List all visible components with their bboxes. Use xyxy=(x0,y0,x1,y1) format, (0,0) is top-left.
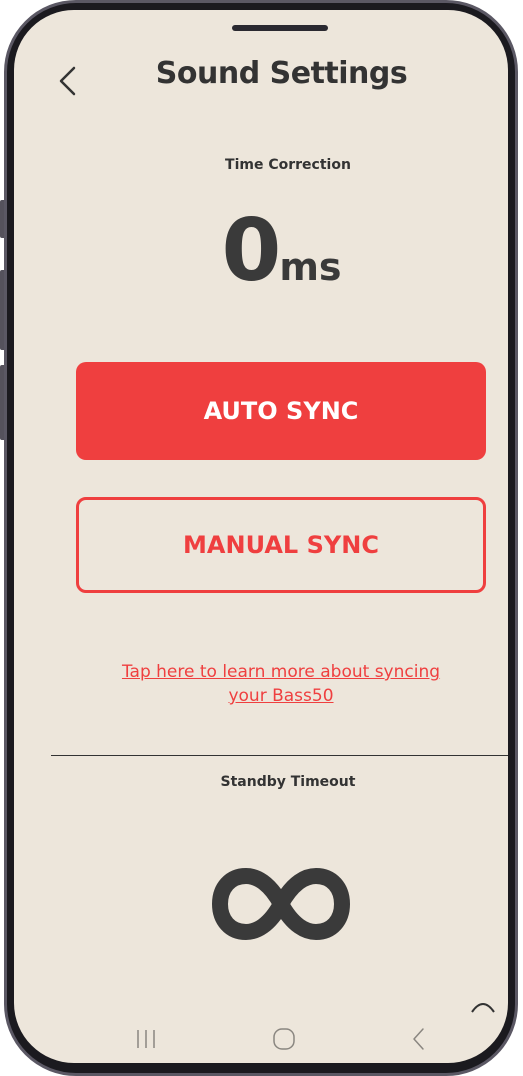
recents-icon[interactable] xyxy=(126,1020,166,1060)
learn-more-link[interactable]: Tap here to learn more about syncing you… xyxy=(76,660,486,708)
time-correction-unit: ms xyxy=(279,245,342,289)
system-nav-bar xyxy=(14,1020,508,1060)
time-correction-value: 0ms xyxy=(14,208,508,294)
section-divider xyxy=(51,755,508,756)
standby-timeout-label: Standby Timeout xyxy=(220,774,356,790)
home-icon[interactable] xyxy=(264,1020,304,1060)
scroll-indicator-icon xyxy=(470,998,496,1018)
manual-sync-button[interactable]: MANUAL SYNC xyxy=(76,497,486,593)
page-title: Sound Settings xyxy=(155,56,408,91)
infinity-icon xyxy=(212,866,350,942)
app-screen: Sound Settings Time Correction 0ms AUTO … xyxy=(14,10,508,1063)
time-correction-label: Time Correction xyxy=(225,157,351,173)
back-icon[interactable] xyxy=(400,1020,440,1060)
learn-more-line-1: Tap here to learn more about syncing xyxy=(121,662,441,682)
learn-more-line-2: your Bass50 xyxy=(228,686,334,706)
auto-sync-button[interactable]: AUTO SYNC xyxy=(76,362,486,460)
earpiece-speaker xyxy=(232,25,328,31)
time-correction-number: 0 xyxy=(221,201,281,301)
